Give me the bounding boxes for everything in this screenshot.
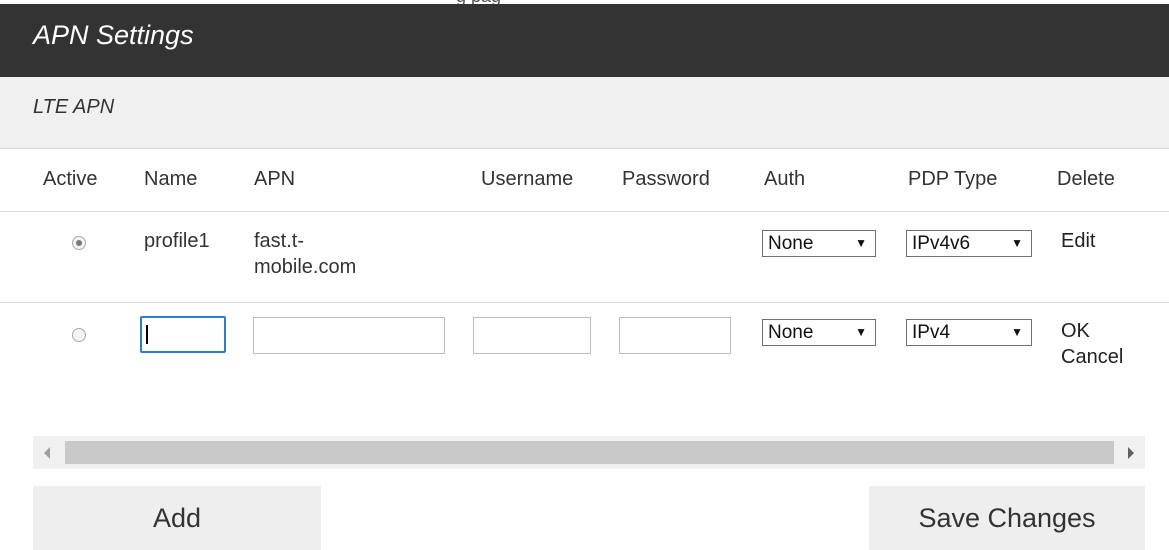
cancel-link[interactable]: Cancel (1061, 346, 1123, 369)
col-name: Name (144, 168, 198, 190)
col-username: Username (481, 168, 574, 190)
arrow-right-icon (1128, 447, 1134, 459)
col-delete: Delete (1057, 168, 1115, 190)
chevron-down-icon: ▼ (855, 236, 867, 250)
apn-input[interactable] (253, 317, 445, 354)
password-input[interactable] (619, 317, 731, 354)
pdp-select-value: IPv4 (912, 322, 951, 343)
text-caret (146, 325, 148, 344)
auth-select-value: None (768, 322, 814, 343)
table-header: Active Name APN Username Password Auth P… (0, 150, 1169, 212)
pdp-type-select[interactable]: IPv4v6 ▼ (906, 230, 1032, 257)
active-radio[interactable] (72, 236, 86, 250)
pdp-select-value: IPv4v6 (912, 233, 971, 254)
horizontal-scrollbar[interactable] (33, 436, 1145, 469)
col-auth: Auth (764, 168, 806, 190)
section-label: LTE APN (33, 96, 115, 118)
chevron-down-icon: ▼ (1011, 236, 1023, 250)
auth-select[interactable]: None ▼ (762, 230, 876, 257)
username-input[interactable] (473, 317, 591, 354)
title-bar: APN Settings (0, 4, 1169, 77)
table-row: None ▼ IPv4 ▼ OK Cancel (0, 303, 1169, 398)
arrow-left-icon (44, 447, 50, 459)
auth-select-value: None (768, 233, 814, 254)
edit-link[interactable]: Edit (1061, 230, 1095, 253)
pdp-type-select[interactable]: IPv4 ▼ (906, 319, 1032, 346)
col-password: Password (622, 168, 710, 190)
scroll-left-button[interactable] (33, 436, 63, 469)
chevron-down-icon: ▼ (855, 325, 867, 339)
profile-name: profile1 (144, 230, 210, 252)
add-button[interactable]: Add (33, 486, 321, 550)
scrollbar-thumb[interactable] (65, 441, 1114, 464)
section-header: LTE APN (0, 77, 1169, 149)
name-input[interactable] (140, 316, 226, 353)
chevron-down-icon: ▼ (1011, 325, 1023, 339)
apn-value-line2: mobile.com (254, 256, 357, 278)
col-pdp-type: PDP Type (908, 168, 998, 190)
ok-link[interactable]: OK (1061, 320, 1090, 343)
table-row: profile1 fast.t- mobile.com None ▼ IPv4v… (0, 212, 1169, 303)
active-radio[interactable] (72, 328, 86, 342)
auth-select[interactable]: None ▼ (762, 319, 876, 346)
col-apn: APN (254, 168, 296, 190)
apn-value-line1: fast.t- (254, 230, 305, 252)
col-active: Active (43, 168, 98, 190)
page: g pag APN Settings LTE APN Active Name A… (0, 0, 1169, 550)
save-changes-button[interactable]: Save Changes (869, 486, 1145, 550)
scroll-right-button[interactable] (1115, 436, 1145, 469)
page-title: APN Settings (33, 20, 194, 50)
